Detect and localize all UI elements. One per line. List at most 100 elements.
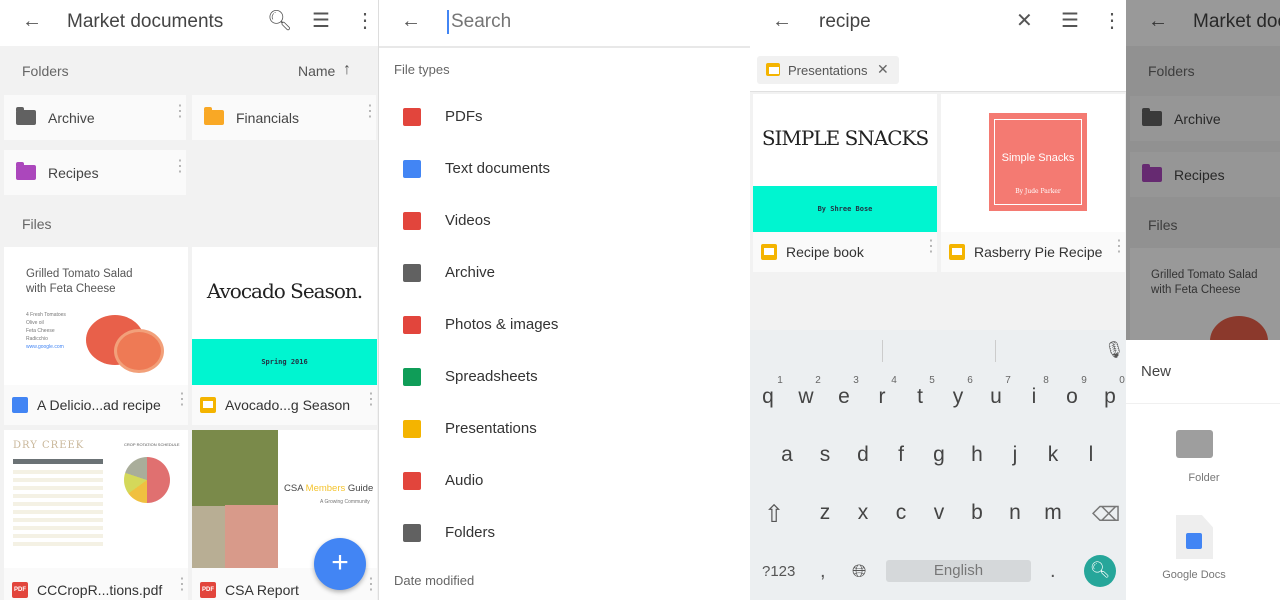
- file-type-label: Text documents: [445, 160, 551, 177]
- option-label: Google Docs: [1162, 569, 1226, 581]
- more-vert-icon[interactable]: ⋮: [172, 159, 188, 175]
- key-p[interactable]: p: [1095, 385, 1125, 409]
- search-query[interactable]: recipe: [819, 11, 871, 33]
- arrow-back-icon[interactable]: ←: [401, 11, 421, 31]
- new-fab-button[interactable]: +: [314, 538, 366, 590]
- file-name: Recipe book: [786, 244, 864, 260]
- key-r[interactable]: r: [867, 385, 897, 409]
- backspace-icon[interactable]: ⌫: [1092, 502, 1120, 527]
- file-caption: Avocado...g Season ⋮: [192, 385, 378, 425]
- file-name: Avocado...g Season: [225, 397, 351, 413]
- file-type-archive[interactable]: Archive: [379, 247, 750, 299]
- arrow-back-icon[interactable]: ←: [772, 11, 792, 31]
- more-vert-icon[interactable]: ⋮: [363, 392, 378, 408]
- more-vert-icon[interactable]: ⋮: [363, 577, 378, 593]
- thumb-subtitle: A Growing Community: [320, 499, 370, 505]
- result-card[interactable]: Simple Snacks By Jude Parker Rasberry Pi…: [941, 94, 1126, 272]
- remove-chip-icon[interactable]: ✕: [877, 61, 889, 78]
- file-type-doc[interactable]: Text documents: [379, 143, 750, 195]
- list-view-icon[interactable]: ☰: [312, 11, 330, 31]
- arrow-back-icon[interactable]: ←: [22, 11, 42, 31]
- more-vert-icon[interactable]: ⋮: [1111, 239, 1126, 255]
- key-j[interactable]: j: [1000, 443, 1030, 467]
- file-type-label: Presentations: [445, 420, 537, 437]
- key-c[interactable]: c: [886, 501, 916, 525]
- pdf-icon: PDF: [200, 582, 216, 598]
- thumb-subtitle: CROP ROTATION SCHEDULE: [124, 442, 180, 447]
- key-a[interactable]: a: [772, 443, 802, 467]
- globe-icon[interactable]: 🌐︎: [852, 561, 866, 582]
- slides-icon: [766, 63, 780, 76]
- more-vert-icon[interactable]: ⋮: [174, 577, 190, 593]
- folder-archive[interactable]: Archive ⋮: [4, 95, 188, 140]
- key-v[interactable]: v: [924, 501, 954, 525]
- folder-financials[interactable]: Financials ⋮: [192, 95, 378, 140]
- key-f[interactable]: f: [886, 443, 916, 467]
- file-type-sheet[interactable]: Spreadsheets: [379, 351, 750, 403]
- key-k[interactable]: k: [1038, 443, 1068, 467]
- key-e[interactable]: e: [829, 385, 859, 409]
- key-x[interactable]: x: [848, 501, 878, 525]
- key-d[interactable]: d: [848, 443, 878, 467]
- key-y[interactable]: y: [943, 385, 973, 409]
- folder-recipes[interactable]: Recipes ⋮: [4, 150, 188, 195]
- key-o[interactable]: o: [1057, 385, 1087, 409]
- key-z[interactable]: z: [810, 501, 840, 525]
- more-vert-icon[interactable]: ⋮: [923, 239, 939, 255]
- pie-chart: [124, 457, 170, 503]
- file-card[interactable]: Avocado Season. Spring 2016 Avocado...g …: [192, 247, 378, 425]
- file-caption: A Delicio...ad recipe ⋮: [4, 385, 190, 425]
- file-type-slides[interactable]: Presentations: [379, 403, 750, 455]
- file-card[interactable]: Grilled Tomato Salad with Feta Cheese 4 …: [4, 247, 190, 425]
- more-vert-icon[interactable]: ⋮: [1102, 11, 1122, 31]
- more-vert-icon[interactable]: ⋮: [172, 104, 188, 120]
- file-type-label: Spreadsheets: [445, 368, 538, 385]
- key-s[interactable]: s: [810, 443, 840, 467]
- key-w[interactable]: w: [791, 385, 821, 409]
- file-name: CCCropR...tions.pdf: [37, 582, 163, 598]
- file-type-audio[interactable]: Audio: [379, 455, 750, 507]
- file-type-folder[interactable]: Folders: [379, 507, 750, 559]
- key-q[interactable]: q: [753, 385, 783, 409]
- key-h[interactable]: h: [962, 443, 992, 467]
- key-l[interactable]: l: [1076, 443, 1106, 467]
- file-type-image[interactable]: Photos & images: [379, 299, 750, 351]
- period-key[interactable]: .: [1050, 560, 1056, 583]
- new-folder-option[interactable]: Folder: [1156, 420, 1252, 490]
- file-type-pdf[interactable]: PDFs: [379, 91, 750, 143]
- key-b[interactable]: b: [962, 501, 992, 525]
- more-vert-icon[interactable]: ⋮: [355, 11, 375, 31]
- more-vert-icon[interactable]: ⋮: [174, 392, 190, 408]
- more-vert-icon[interactable]: ⋮: [362, 104, 378, 120]
- new-google-docs-option[interactable]: Google Docs: [1146, 515, 1242, 585]
- key-n[interactable]: n: [1000, 501, 1030, 525]
- tomato-slice-illustration: [114, 329, 164, 373]
- file-card[interactable]: DRY CREEK CROP ROTATION SCHEDULE PDF CCC…: [4, 430, 190, 600]
- search-input[interactable]: [447, 10, 727, 34]
- key-i[interactable]: i: [1019, 385, 1049, 409]
- filter-chip-presentations[interactable]: Presentations ✕: [757, 56, 899, 84]
- files-label: Files: [22, 216, 52, 232]
- thumb-title: CSA Members Guide: [284, 483, 374, 494]
- list-view-icon[interactable]: ☰: [1061, 11, 1079, 31]
- key-m[interactable]: m: [1038, 501, 1068, 525]
- key-g[interactable]: g: [924, 443, 954, 467]
- file-thumbnail: Simple Snacks By Jude Parker: [941, 94, 1125, 232]
- audio-icon: [403, 472, 421, 490]
- clear-icon[interactable]: ✕: [1016, 11, 1033, 31]
- search-key[interactable]: 🔍︎: [1084, 555, 1116, 587]
- pdf-icon: PDF: [12, 582, 28, 598]
- key-t[interactable]: t: [905, 385, 935, 409]
- microphone-icon[interactable]: 🎙︎: [1104, 340, 1124, 360]
- arrow-up-icon[interactable]: ↑: [343, 61, 351, 79]
- key-u[interactable]: u: [981, 385, 1011, 409]
- file-type-video[interactable]: Videos: [379, 195, 750, 247]
- scrim-overlay[interactable]: [1126, 0, 1280, 340]
- shift-icon[interactable]: ⇧: [764, 500, 784, 529]
- result-card[interactable]: Simple Snacks By Shree Bose Recipe book …: [753, 94, 939, 272]
- space-key[interactable]: English: [886, 560, 1031, 582]
- symbols-key[interactable]: ?123: [762, 563, 795, 580]
- search-icon[interactable]: 🔍︎: [267, 11, 292, 31]
- sort-by-name[interactable]: Name: [298, 63, 335, 79]
- comma-key[interactable]: ,: [820, 560, 826, 583]
